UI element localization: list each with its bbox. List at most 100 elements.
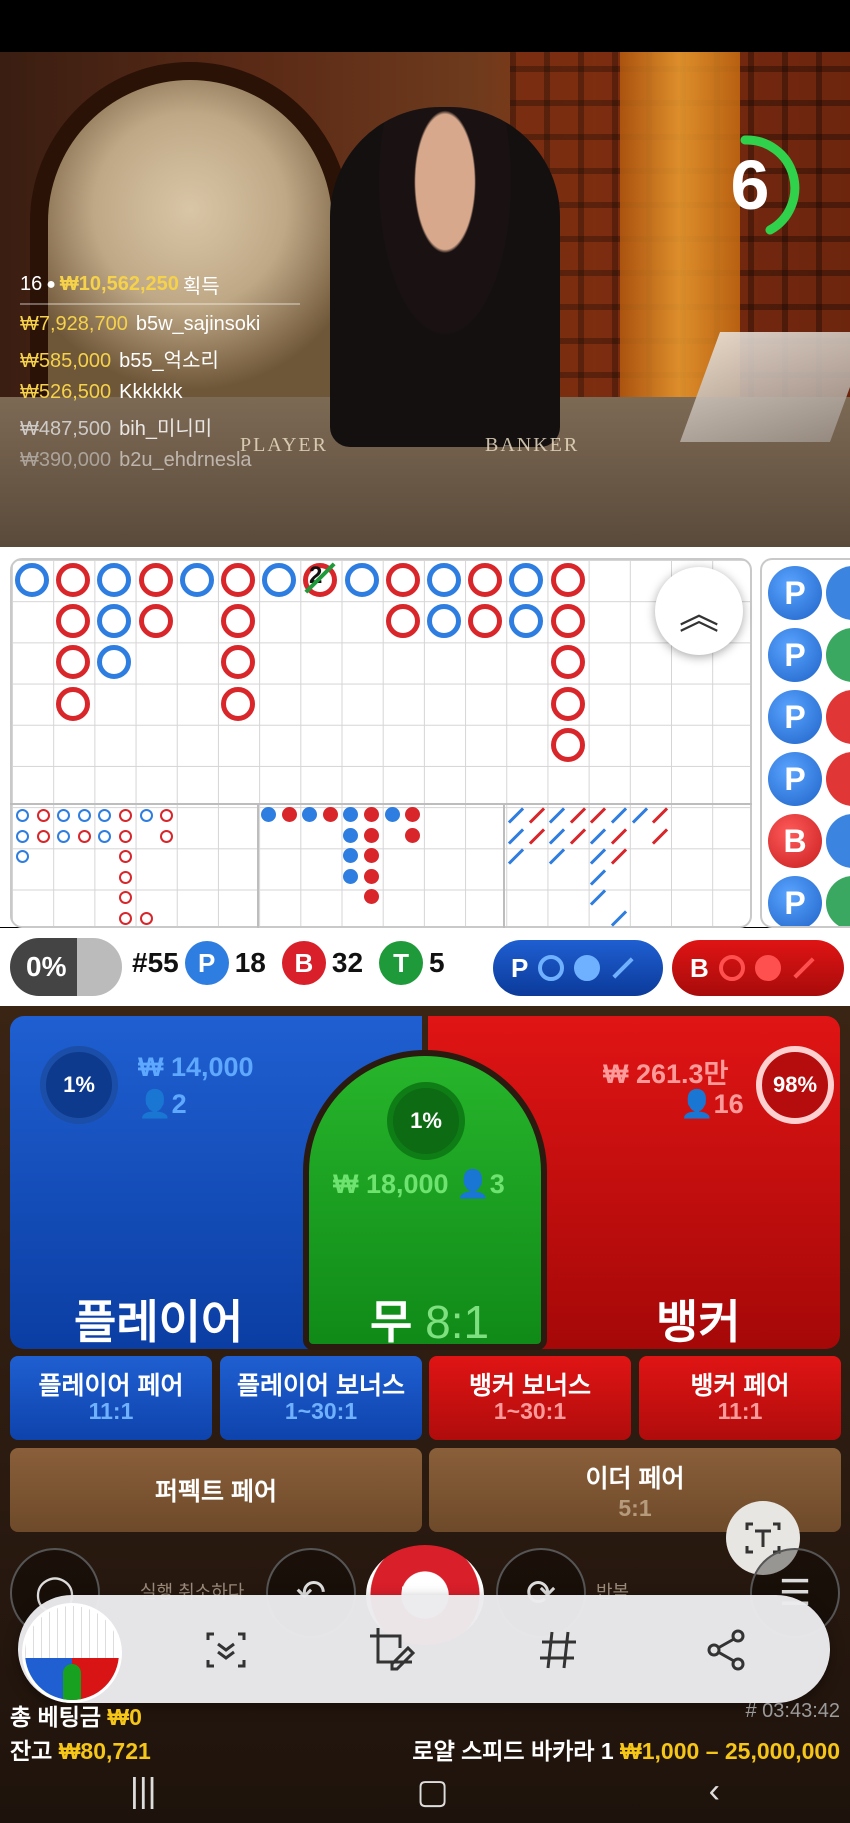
side-bet-odds: 1~30:1 xyxy=(493,1398,567,1425)
bead-tie xyxy=(826,876,850,926)
side-bet-label: 뱅커 페어 xyxy=(690,1371,790,1400)
player-count: 18 xyxy=(234,947,266,978)
tie-badge: T xyxy=(379,941,424,985)
banker-badge: B xyxy=(281,941,326,985)
big-road-banker xyxy=(468,563,503,597)
banker-users: 👤16 xyxy=(680,1088,744,1120)
small-road-mark xyxy=(343,827,359,843)
big-road-banker xyxy=(56,563,91,597)
screenshot-thumbnail[interactable] xyxy=(22,1603,122,1703)
eye-road-mark xyxy=(77,809,91,822)
eye-road-mark xyxy=(16,829,29,843)
small-road-mark xyxy=(281,807,297,822)
roadmap-divider xyxy=(503,803,505,928)
app-root: PLAYER BANKER 6 16 ● ₩10,562,250 획득 ₩7,9… xyxy=(0,0,850,1823)
small-road-mark xyxy=(405,827,421,843)
roadmap-divider xyxy=(257,803,259,928)
side-bet-label: 플레이어 보너스 xyxy=(237,1371,405,1400)
winners-count: 16 xyxy=(20,273,43,295)
edit-crop-icon xyxy=(370,1628,416,1671)
banker-bet-amount: ₩ 261.3만 xyxy=(603,1059,729,1089)
player-users: 👤2 xyxy=(138,1088,187,1120)
big-road-banker xyxy=(221,563,255,597)
thumb-part xyxy=(62,1664,82,1700)
bead-player: P xyxy=(768,752,822,806)
side-bet-label: 플레이어 페어 xyxy=(38,1371,184,1400)
total-bet: 총 베팅금 ₩0 xyxy=(10,1698,142,1732)
slash-icon xyxy=(612,957,634,979)
scroll-capture-icon xyxy=(206,1632,246,1668)
timer-value: 6 xyxy=(730,146,770,224)
player-predict-button[interactable]: P xyxy=(493,940,663,996)
small-road-mark xyxy=(384,807,400,822)
banker-predict-button[interactable]: B xyxy=(672,940,844,996)
thumb-part xyxy=(25,1606,119,1658)
edit-capture-button[interactable] xyxy=(362,1622,422,1678)
big-road-banker xyxy=(221,604,255,639)
big-road-banker xyxy=(138,563,173,597)
round-number: #55 xyxy=(132,947,179,978)
scroll-capture-button[interactable] xyxy=(196,1622,256,1678)
hashtag-button[interactable] xyxy=(528,1622,588,1678)
eye-road-mark xyxy=(98,829,112,843)
winner-name: b2u_ehdrnesla xyxy=(119,449,252,471)
player-predict-label: P xyxy=(511,952,529,983)
big-road-banker xyxy=(56,686,91,721)
bead-player: P xyxy=(768,876,822,926)
ring-icon xyxy=(718,955,745,981)
countdown-timer: 6 xyxy=(705,130,815,240)
user-icon: 👤 xyxy=(456,1169,490,1199)
percent-toggle[interactable]: 0% xyxy=(10,938,122,996)
banker-pair-button[interactable]: 뱅커 페어 11:1 xyxy=(639,1356,841,1440)
tie-label: 무 xyxy=(370,1296,413,1348)
recent-apps-icon[interactable]: ||| xyxy=(130,1772,157,1811)
bead-player xyxy=(826,566,850,620)
user-icon: 👤 xyxy=(138,1089,172,1119)
eye-road-mark xyxy=(57,829,71,843)
big-road-banker xyxy=(550,645,585,680)
perfect-pair-button[interactable]: 퍼펙트 페어 xyxy=(10,1448,422,1532)
big-road-banker xyxy=(550,604,585,639)
player-pair-button[interactable]: 플레이어 페어 11:1 xyxy=(10,1356,212,1440)
winner-amount: ₩585,000 xyxy=(20,350,112,372)
winners-label: 획득 xyxy=(182,276,220,298)
table-banker-text: BANKER xyxy=(485,434,580,456)
dealer xyxy=(330,107,560,447)
player-percent-ring: 1% xyxy=(40,1046,118,1124)
bead-banker xyxy=(826,690,850,744)
home-icon[interactable]: ▢ xyxy=(417,1772,449,1812)
big-road-player xyxy=(427,563,461,597)
tie-odds: 8:1 xyxy=(425,1296,490,1348)
tie-count: 5 xyxy=(429,947,445,978)
big-road-banker xyxy=(385,563,420,597)
share-icon xyxy=(707,1629,745,1671)
winners-total: ₩10,562,250 xyxy=(59,273,179,295)
either-pair-odds: 5:1 xyxy=(618,1494,652,1521)
total-bet-value: ₩0 xyxy=(107,1704,142,1730)
winner-name: bih_미니미 xyxy=(119,418,213,440)
big-road-player xyxy=(179,563,214,597)
winner-name: b5w_sajinsoki xyxy=(135,313,261,335)
side-bet-odds: 11:1 xyxy=(88,1398,134,1425)
eye-road-mark xyxy=(119,809,132,822)
android-nav-bar: ||| ▢ ‹ xyxy=(0,1760,850,1823)
bead-banker xyxy=(826,752,850,806)
back-icon[interactable]: ‹ xyxy=(709,1772,720,1811)
banker-bonus-button[interactable]: 뱅커 보너스 1~30:1 xyxy=(429,1356,631,1440)
big-road-player xyxy=(344,563,379,597)
roadmap-divider xyxy=(10,803,752,805)
eye-road-mark xyxy=(16,809,29,822)
tie-bet-amount: ₩ 18,000 xyxy=(333,1169,449,1199)
winner-name: Kkkkkk xyxy=(119,381,183,403)
player-bonus-button[interactable]: 플레이어 보너스 1~30:1 xyxy=(220,1356,422,1440)
banker-predict-label: B xyxy=(690,952,709,983)
share-button[interactable] xyxy=(696,1622,756,1678)
bead-tie xyxy=(826,628,850,682)
expand-roadmap-button[interactable]: ︽ xyxy=(655,567,743,655)
big-road-banker xyxy=(221,686,255,721)
big-road-banker xyxy=(385,604,420,639)
bead-player: P xyxy=(768,690,822,744)
tie-users-count: 3 xyxy=(489,1169,505,1199)
banker-percent-ring: 98% xyxy=(756,1046,834,1124)
total-bet-label: 총 베팅금 xyxy=(10,1704,102,1730)
